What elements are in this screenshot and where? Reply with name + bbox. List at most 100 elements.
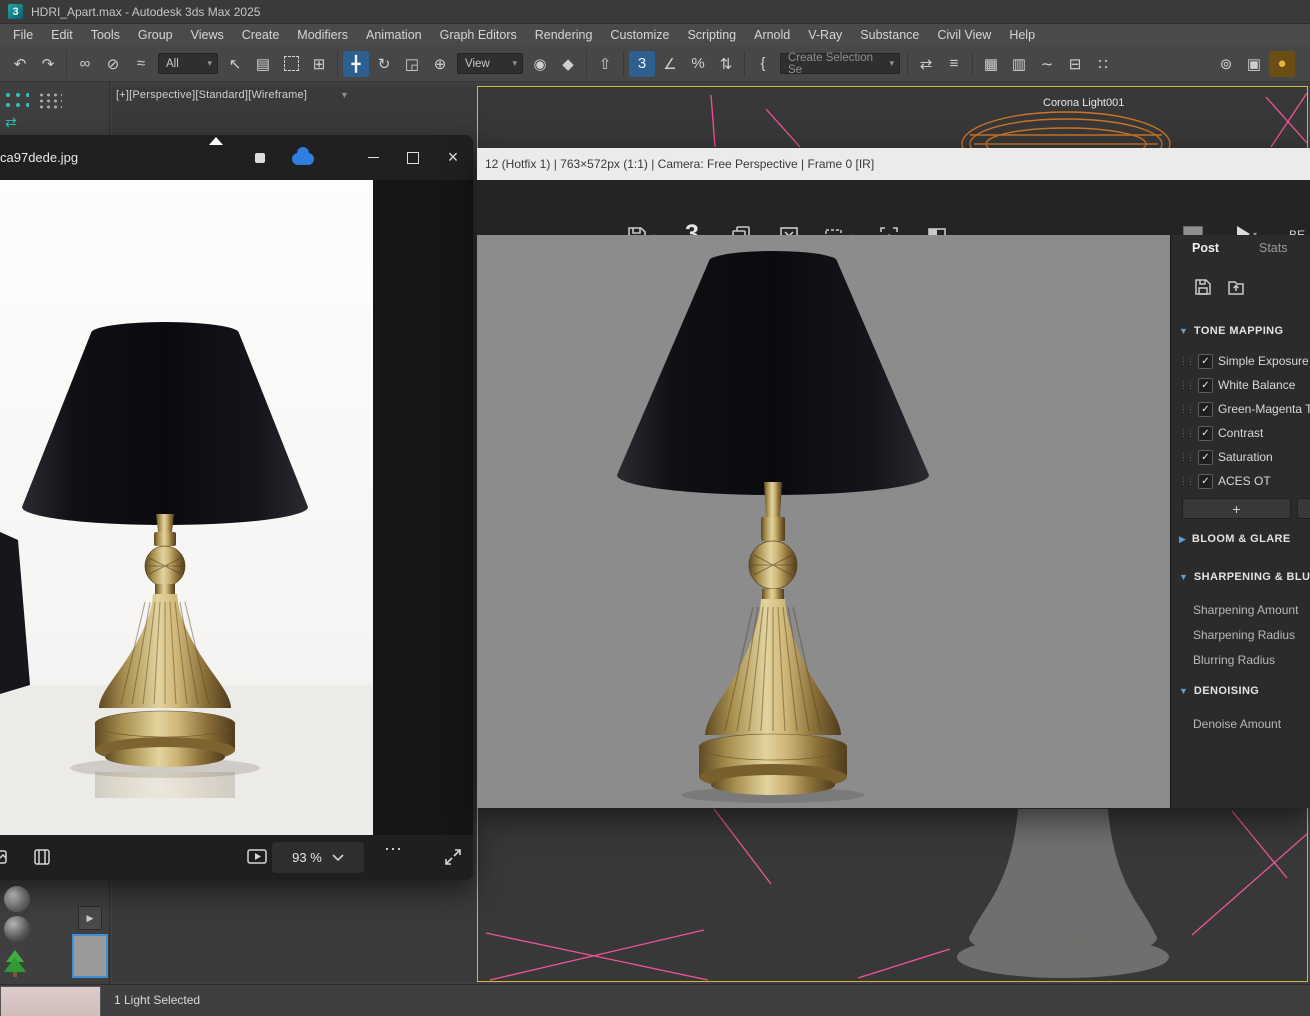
load-config-icon[interactable] — [1226, 277, 1246, 302]
axis-constraint-arrows-icon[interactable]: ⇄ — [5, 114, 17, 131]
onedrive-icon[interactable] — [292, 147, 314, 168]
layer-explorer-icon[interactable]: ▦ — [978, 51, 1004, 77]
tone-op-row[interactable]: ⋮⋮ ✓ Contrast — [1171, 421, 1310, 445]
mirror-icon[interactable]: ⇄ — [913, 51, 939, 77]
section-bloom-glare[interactable]: ▶ BLOOM & GLARE — [1179, 531, 1291, 547]
tone-op-row[interactable]: ⋮⋮ ✓ ACES OT — [1171, 469, 1310, 493]
use-pivot-center-icon[interactable]: ◉ — [527, 51, 553, 77]
rectangular-selection-region-icon[interactable] — [278, 51, 304, 77]
bind-to-spacewarp-icon[interactable]: ≈ — [128, 51, 154, 77]
menu-tools[interactable]: Tools — [82, 24, 129, 46]
vfb-render-canvas[interactable] — [477, 235, 1170, 808]
window-crossing-icon[interactable]: ⊞ — [306, 51, 332, 77]
menu-file[interactable]: File — [4, 24, 42, 46]
align-icon[interactable]: ≡ — [941, 51, 967, 77]
keyboard-shortcut-override-icon[interactable]: ⇧ — [592, 51, 618, 77]
tab-stats[interactable]: Stats — [1259, 241, 1288, 255]
zoom-control[interactable]: 93 % — [272, 842, 364, 873]
fullscreen-icon[interactable] — [443, 847, 463, 872]
select-and-rotate-icon[interactable]: ↻ — [371, 51, 397, 77]
tab-post[interactable]: Post — [1192, 241, 1219, 255]
minimize-button[interactable] — [353, 135, 393, 180]
checkbox[interactable]: ✓ — [1198, 449, 1213, 465]
checkbox[interactable]: ✓ — [1198, 377, 1213, 393]
menu-edit[interactable]: Edit — [42, 24, 82, 46]
undo-icon[interactable]: ↶ — [7, 51, 33, 77]
menu-graph-editors[interactable]: Graph Editors — [431, 24, 526, 46]
section-denoising[interactable]: ▼ DENOISING — [1179, 683, 1259, 699]
menu-create[interactable]: Create — [233, 24, 289, 46]
material-sample-sphere-icon[interactable] — [4, 886, 30, 912]
rendered-frame-window-icon[interactable]: ▣ — [1241, 51, 1267, 77]
more-options-button[interactable]: ⋯ — [384, 839, 402, 860]
maximize-button[interactable] — [393, 135, 433, 180]
menu-scripting[interactable]: Scripting — [678, 24, 745, 46]
render-setup-icon[interactable]: ⊚ — [1213, 51, 1239, 77]
viewport-label-menu[interactable]: [+][Perspective][Standard][Wireframe] — [116, 89, 307, 101]
section-tone-mapping[interactable]: ▼ TONE MAPPING — [1179, 323, 1283, 339]
drag-handle-icon[interactable]: ⋮⋮ — [1179, 428, 1195, 439]
menu-help[interactable]: Help — [1000, 24, 1044, 46]
snaps-toggle-3d-icon[interactable]: 3 — [629, 50, 655, 77]
curve-editor-icon[interactable]: ∼ — [1034, 51, 1060, 77]
unlink-selection-icon[interactable]: ⊘ — [100, 51, 126, 77]
select-and-manipulate-icon[interactable]: ◆ — [555, 51, 581, 77]
drag-handle-icon[interactable]: ⋮⋮ — [1179, 404, 1195, 415]
menu-views[interactable]: Views — [182, 24, 233, 46]
slideshow-icon[interactable] — [246, 847, 268, 872]
viewport-filter-icon[interactable]: ▼ — [340, 90, 349, 100]
menu-arnold[interactable]: Arnold — [745, 24, 799, 46]
chevron-down-icon[interactable] — [332, 853, 344, 862]
tree-plugin-icon[interactable] — [2, 948, 28, 983]
color-swatch[interactable] — [0, 986, 101, 1016]
checkbox[interactable]: ✓ — [1198, 401, 1213, 417]
select-object-icon[interactable]: ↖ — [222, 51, 248, 77]
tone-op-row[interactable]: ⋮⋮ ✓ White Balance — [1171, 373, 1310, 397]
section-sharpening-blurring[interactable]: ▼ SHARPENING & BLU — [1179, 569, 1310, 585]
selected-material-swatch[interactable] — [72, 934, 108, 978]
menu-animation[interactable]: Animation — [357, 24, 431, 46]
select-and-place-icon[interactable]: ⊕ — [427, 51, 453, 77]
angle-snap-icon[interactable]: ∠ — [657, 51, 683, 77]
close-button[interactable]: × — [433, 135, 473, 180]
redo-icon[interactable]: ↷ — [35, 51, 61, 77]
select-by-name-icon[interactable]: ▤ — [250, 51, 276, 77]
schematic-view-icon[interactable]: ⊟ — [1062, 51, 1088, 77]
film-strip-icon[interactable] — [32, 847, 52, 872]
checkbox[interactable]: ✓ — [1198, 473, 1213, 489]
select-and-link-icon[interactable]: ∞ — [72, 51, 98, 77]
select-and-move-icon[interactable]: ╋ — [343, 50, 369, 77]
material-sample-sphere-icon[interactable] — [4, 916, 30, 942]
viewport-layout-icon[interactable] — [3, 90, 29, 110]
flyout-expand-button[interactable]: ▶ — [78, 906, 102, 930]
add-tone-operator-button[interactable]: + — [1182, 498, 1291, 519]
drag-handle-icon[interactable]: ⋮⋮ — [1179, 356, 1195, 367]
menu-customize[interactable]: Customize — [601, 24, 678, 46]
photo-canvas[interactable] — [0, 180, 373, 835]
material-editor-icon[interactable]: ∷ — [1090, 51, 1116, 77]
render-production-teapot-icon[interactable]: ● — [1269, 50, 1295, 77]
drag-handle-icon[interactable]: ⋮⋮ — [1179, 476, 1195, 487]
drag-handle-icon[interactable]: ⋮⋮ — [1179, 452, 1195, 463]
save-config-icon[interactable] — [1193, 277, 1213, 302]
partial-button[interactable] — [1297, 498, 1310, 519]
drag-handle-icon[interactable]: ⋮⋮ — [1179, 380, 1195, 391]
spinner-snap-icon[interactable]: ⇅ — [713, 51, 739, 77]
menu-civil-view[interactable]: Civil View — [928, 24, 1000, 46]
select-and-scale-icon[interactable]: ◲ — [399, 51, 425, 77]
tone-op-row[interactable]: ⋮⋮ ✓ Saturation — [1171, 445, 1310, 469]
tone-op-row[interactable]: ⋮⋮ ✓ Simple Exposure — [1171, 349, 1310, 373]
gallery-strip-icon[interactable] — [0, 847, 8, 872]
menu-modifiers[interactable]: Modifiers — [288, 24, 357, 46]
menu-substance[interactable]: Substance — [851, 24, 928, 46]
reference-coordinate-dropdown[interactable]: View ▾ — [457, 53, 523, 74]
menu-group[interactable]: Group — [129, 24, 182, 46]
dot-grid-icon[interactable] — [38, 92, 62, 110]
menu-vray[interactable]: V-Ray — [799, 24, 851, 46]
percent-snap-icon[interactable]: % — [685, 51, 711, 77]
checkbox[interactable]: ✓ — [1198, 425, 1213, 441]
tone-op-row[interactable]: ⋮⋮ ✓ Green-Magenta Ti — [1171, 397, 1310, 421]
edit-named-selection-sets-icon[interactable]: { — [750, 51, 776, 77]
named-selection-set-dropdown[interactable]: Create Selection Se ▾ — [780, 52, 900, 76]
menu-rendering[interactable]: Rendering — [526, 24, 602, 46]
